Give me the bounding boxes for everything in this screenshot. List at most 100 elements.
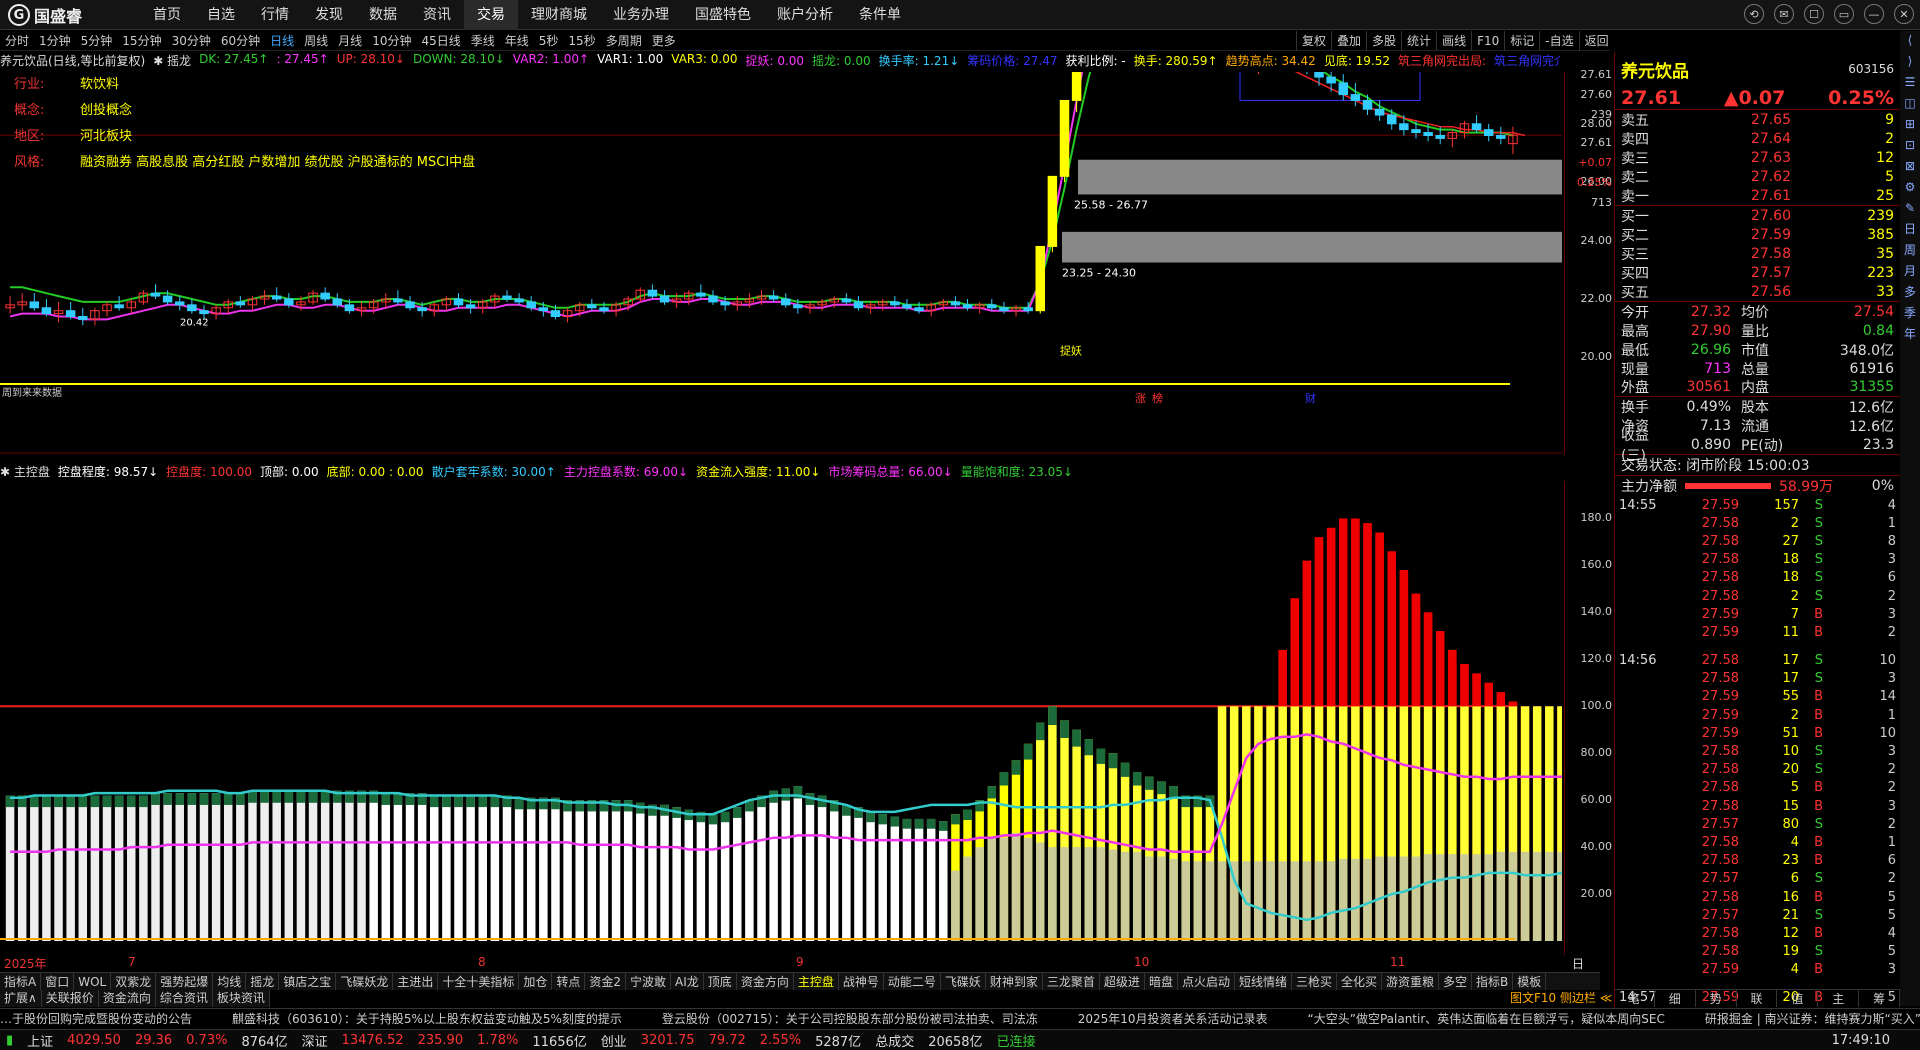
menu-item[interactable]: 交易 bbox=[464, 0, 518, 30]
candle-body[interactable] bbox=[1071, 72, 1082, 101]
candle-body[interactable] bbox=[914, 307, 924, 312]
indicator-tab[interactable]: 十全十美指标 bbox=[438, 973, 520, 990]
candle-body[interactable] bbox=[78, 316, 88, 320]
candle-body[interactable] bbox=[465, 304, 476, 309]
candle-body[interactable] bbox=[1059, 99, 1070, 177]
sidebar-button[interactable]: ✎ bbox=[1905, 201, 1915, 216]
candle-body[interactable] bbox=[1423, 132, 1433, 136]
period-tab[interactable]: 15分钟 bbox=[117, 31, 166, 50]
menu-item[interactable]: 数据 bbox=[356, 0, 410, 30]
panel-tab[interactable]: 板块资讯 bbox=[213, 990, 270, 1007]
period-tab[interactable]: 30分钟 bbox=[167, 31, 216, 50]
indicator-tab[interactable]: WOL bbox=[74, 973, 112, 990]
candle-body[interactable] bbox=[987, 304, 997, 309]
toolbar-button[interactable]: 统计 bbox=[1401, 31, 1436, 51]
period-tab[interactable]: 5秒 bbox=[534, 31, 564, 50]
sidebar-button[interactable]: 日 bbox=[1904, 222, 1916, 237]
candle-body[interactable] bbox=[999, 307, 1009, 312]
candle-body[interactable] bbox=[768, 295, 779, 300]
connection-status[interactable]: 已连接 bbox=[997, 1031, 1036, 1050]
panel-tab[interactable]: 关联报价 bbox=[42, 990, 99, 1007]
news-item[interactable]: 研报掘金 | 南兴证券：维持赛力斯“买入” bbox=[1705, 1009, 1920, 1028]
sidebar-button[interactable]: ⊞ bbox=[1905, 117, 1915, 132]
period-tab[interactable]: 年线 bbox=[500, 31, 534, 50]
indicator-tab[interactable]: 动能二号 bbox=[884, 973, 941, 990]
index-name[interactable]: 创业 bbox=[601, 1031, 627, 1050]
indicator-tab[interactable]: 资金方向 bbox=[737, 973, 794, 990]
toolbar-button[interactable]: 叠加 bbox=[1331, 31, 1366, 51]
candle-body[interactable] bbox=[344, 304, 355, 312]
candle-body[interactable] bbox=[1411, 129, 1421, 134]
candle-body[interactable] bbox=[890, 301, 900, 306]
news-item[interactable]: “大空头”做空Palantir、英伟达面临着在巨额浮亏，疑似本周向SEC bbox=[1308, 1009, 1665, 1028]
indicator-tab[interactable]: 双紫龙 bbox=[111, 973, 157, 990]
toolbar-button[interactable]: 标记 bbox=[1504, 31, 1539, 51]
sidebar-button[interactable]: ⚙ bbox=[1905, 180, 1916, 195]
candle-body[interactable] bbox=[950, 301, 961, 306]
news-item[interactable]: 2025年10月投资者关系活动记录表 bbox=[1078, 1009, 1268, 1028]
event-marker[interactable]: 财 bbox=[1305, 391, 1316, 405]
candle-body[interactable] bbox=[199, 310, 209, 315]
indicator-tab[interactable]: 窗口 bbox=[41, 973, 75, 990]
quote-tab[interactable]: 笔 bbox=[1614, 990, 1655, 1007]
indicator-tab[interactable]: 飞碟妖龙 bbox=[336, 973, 394, 990]
indicator-tab[interactable]: 超级进 bbox=[1100, 973, 1145, 990]
quote-tab[interactable]: 筹 bbox=[1859, 990, 1901, 1007]
order-row[interactable]: 卖一 27.61 25 bbox=[1615, 186, 1900, 205]
candle-body[interactable] bbox=[962, 304, 973, 309]
indicator-tab[interactable]: 顶底 bbox=[704, 973, 737, 990]
period-tab[interactable]: 周线 bbox=[299, 31, 333, 50]
candle-body[interactable] bbox=[550, 310, 561, 318]
period-tab[interactable]: 多周期 bbox=[601, 31, 647, 50]
news-item[interactable]: 麒盛科技（603610）：关于持股5%以上股东权益变动触及5%刻度的提示 bbox=[232, 1009, 622, 1028]
indicator-tab[interactable]: 多空 bbox=[1439, 973, 1473, 990]
period-tab[interactable]: 10分钟 bbox=[367, 31, 416, 50]
indicator-tab[interactable]: 暗盘 bbox=[1145, 973, 1178, 990]
indicator-tab[interactable]: 财神到家 bbox=[986, 973, 1043, 990]
side-links[interactable]: 图文F10 侧边栏 ≪ bbox=[1510, 990, 1612, 1007]
candle-body[interactable] bbox=[841, 298, 852, 303]
candle-body[interactable] bbox=[29, 301, 40, 309]
toolbar-button[interactable]: 画线 bbox=[1436, 31, 1471, 51]
indicator-tab[interactable]: 资金2 bbox=[585, 973, 627, 990]
order-row[interactable]: 买五 27.56 33 bbox=[1615, 282, 1900, 301]
candle-body[interactable] bbox=[162, 295, 173, 303]
candle-body[interactable] bbox=[1326, 76, 1336, 84]
candle-body[interactable] bbox=[1374, 108, 1385, 116]
candle-body[interactable] bbox=[1023, 307, 1033, 312]
order-row[interactable]: 卖五 27.65 9 bbox=[1615, 110, 1900, 129]
candle-body[interactable] bbox=[1338, 82, 1349, 96]
indicator-tab[interactable]: AI龙 bbox=[671, 973, 704, 990]
restore-icon[interactable]: ▭ bbox=[1834, 4, 1854, 24]
candle-body[interactable] bbox=[587, 304, 597, 309]
menu-item[interactable]: 资讯 bbox=[410, 0, 464, 30]
indicator-tab[interactable]: 转点 bbox=[552, 973, 586, 990]
control-indicator-chart[interactable] bbox=[0, 481, 1562, 955]
indicator-tab[interactable]: 点火启动 bbox=[1178, 973, 1235, 990]
candle-body[interactable] bbox=[1035, 245, 1046, 312]
candle-body[interactable] bbox=[417, 307, 427, 312]
candle-body[interactable] bbox=[1435, 134, 1445, 139]
sidebar-button[interactable]: ⊡ bbox=[1905, 138, 1915, 153]
maximize-icon[interactable]: ☐ bbox=[1804, 4, 1824, 24]
menu-item[interactable]: 理财商城 bbox=[518, 0, 600, 30]
candle-body[interactable] bbox=[647, 289, 658, 297]
quote-tab[interactable]: 细 bbox=[1655, 990, 1696, 1007]
candle-body[interactable] bbox=[1399, 123, 1409, 131]
menu-item[interactable]: 自选 bbox=[194, 0, 248, 30]
period-tab[interactable]: 15秒 bbox=[563, 31, 600, 50]
sidebar-button[interactable]: 月 bbox=[1904, 264, 1916, 279]
menu-item[interactable]: 业务办理 bbox=[600, 0, 682, 30]
indicator-tab[interactable]: 三枪买 bbox=[1292, 973, 1337, 990]
order-row[interactable]: 卖三 27.63 12 bbox=[1615, 148, 1900, 167]
candle-body[interactable] bbox=[1047, 175, 1058, 247]
candle-body[interactable] bbox=[599, 307, 609, 312]
candle-body[interactable] bbox=[853, 301, 864, 309]
indicator-tab[interactable]: 飞碟妖 bbox=[941, 973, 986, 990]
candle-body[interactable] bbox=[174, 301, 185, 306]
order-row[interactable]: 买一 27.60 239 bbox=[1615, 206, 1900, 225]
candle-body[interactable] bbox=[1496, 134, 1506, 139]
candle-body[interactable] bbox=[187, 304, 197, 312]
period-tab[interactable]: 45日线 bbox=[416, 31, 465, 50]
period-tab[interactable]: 季线 bbox=[466, 31, 500, 50]
